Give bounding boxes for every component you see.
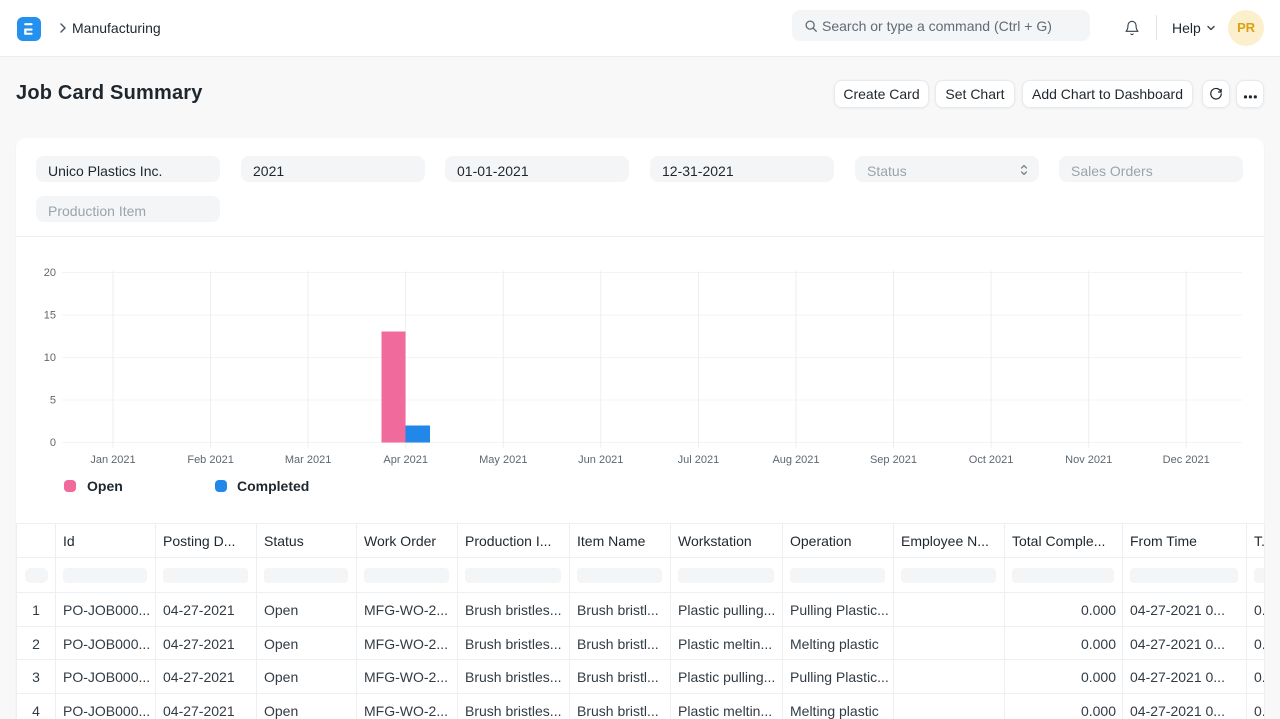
svg-text:Jul 2021: Jul 2021 bbox=[678, 454, 720, 466]
svg-text:May 2021: May 2021 bbox=[479, 454, 527, 466]
svg-text:Sep 2021: Sep 2021 bbox=[870, 454, 917, 466]
svg-text:5: 5 bbox=[50, 395, 56, 407]
svg-text:Dec 2021: Dec 2021 bbox=[1163, 454, 1210, 466]
svg-text:Oct 2021: Oct 2021 bbox=[969, 454, 1014, 466]
svg-text:Apr 2021: Apr 2021 bbox=[383, 454, 428, 466]
svg-text:Mar 2021: Mar 2021 bbox=[285, 454, 331, 466]
svg-text:20: 20 bbox=[44, 267, 56, 279]
svg-text:10: 10 bbox=[44, 352, 56, 364]
svg-text:Jan 2021: Jan 2021 bbox=[90, 454, 135, 466]
svg-text:Feb 2021: Feb 2021 bbox=[187, 454, 233, 466]
svg-text:Nov 2021: Nov 2021 bbox=[1065, 454, 1112, 466]
svg-text:Aug 2021: Aug 2021 bbox=[772, 454, 819, 466]
svg-text:15: 15 bbox=[44, 310, 56, 322]
svg-text:0: 0 bbox=[50, 437, 56, 449]
svg-text:Jun 2021: Jun 2021 bbox=[578, 454, 623, 466]
